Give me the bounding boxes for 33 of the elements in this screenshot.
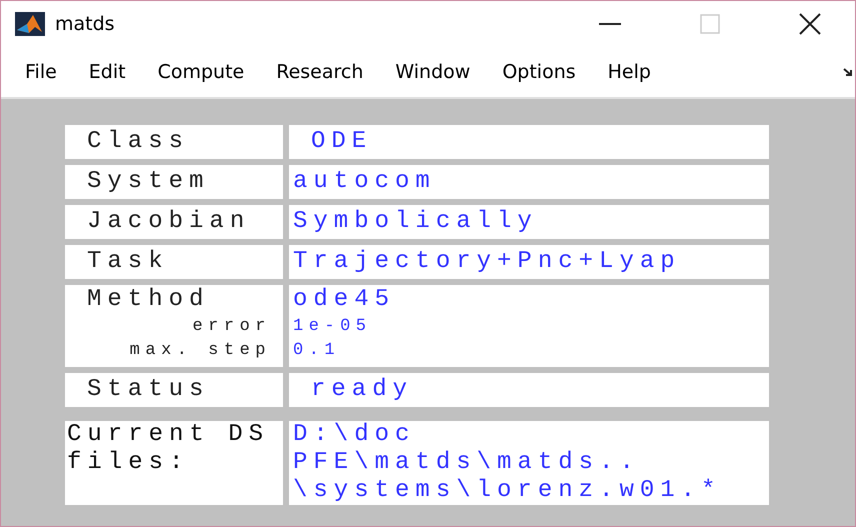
menu-item[interactable]: Compute — [144, 61, 262, 83]
field-label: Jacobian — [65, 205, 283, 239]
field-value: Trajectory+Pnc+Lyap — [289, 245, 769, 279]
param-label: error — [192, 316, 271, 338]
menu-item[interactable]: Help — [594, 61, 669, 83]
field-label: Current DS files: — [65, 421, 283, 505]
field-label: Method — [86, 285, 210, 315]
menu-item[interactable]: Options — [488, 61, 594, 83]
menu-item[interactable]: Window — [381, 61, 488, 83]
field-label: Task — [65, 245, 283, 279]
field-value: Symbolically — [289, 205, 769, 239]
minimize-icon — [599, 23, 621, 25]
field-value: ready — [289, 373, 769, 407]
field-value: ode45 — [293, 285, 396, 315]
menu-item[interactable]: Edit — [74, 61, 144, 83]
field-label: System — [65, 165, 283, 199]
maximize-icon — [700, 14, 720, 34]
file-path: \systems\lorenz.w01.* — [293, 477, 722, 505]
field-value: ODE — [289, 125, 769, 159]
param-label: max. step — [130, 340, 271, 362]
dock-arrow-icon[interactable] — [843, 66, 855, 78]
field-label: Class — [65, 125, 283, 159]
file-path: D:\doc — [293, 421, 416, 449]
menu-item[interactable]: File — [13, 61, 75, 83]
close-icon — [799, 13, 821, 35]
app-logo-icon — [15, 12, 45, 36]
field-label: Status — [65, 373, 283, 407]
param-value: 0.1 — [293, 340, 342, 362]
menu-item[interactable]: Research — [262, 61, 382, 83]
param-value: 1e-05 — [293, 316, 373, 338]
field-value: autocom — [289, 165, 769, 199]
window-title: matds — [55, 13, 116, 35]
file-path: PFE\matds\matds.. — [293, 449, 641, 477]
